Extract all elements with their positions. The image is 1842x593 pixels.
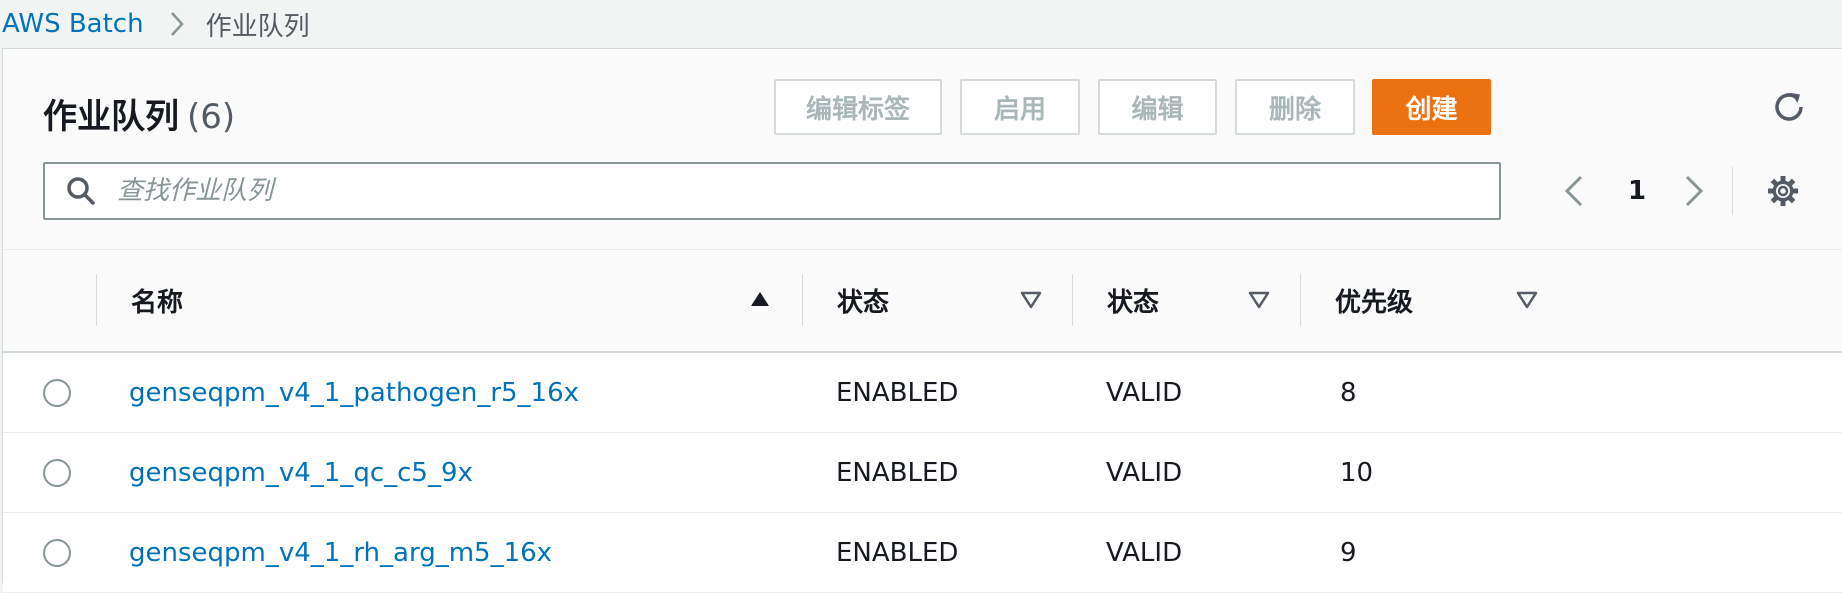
table-row[interactable]: genseqpm_v4_1_qc_c5_9x ENABLED VALID 10: [3, 433, 1842, 513]
enable-button[interactable]: 启用: [960, 79, 1080, 135]
queue-name-link[interactable]: genseqpm_v4_1_qc_c5_9x: [129, 433, 473, 513]
breadcrumb: AWS Batch 作业队列: [0, 0, 1842, 48]
queue-priority: 9: [1340, 538, 1357, 568]
previous-page-icon[interactable]: [1561, 173, 1589, 209]
column-header-name[interactable]: 名称: [131, 250, 183, 351]
pagination-divider: [1732, 167, 1733, 215]
chevron-right-icon: [170, 11, 184, 37]
column-divider: [96, 274, 97, 326]
current-page-number[interactable]: 1: [1623, 173, 1651, 209]
column-divider: [802, 274, 803, 326]
table-row[interactable]: genseqpm_v4_1_pathogen_r5_16x ENABLED VA…: [3, 353, 1842, 433]
edit-tags-button[interactable]: 编辑标签: [774, 79, 942, 135]
column-divider: [1072, 274, 1073, 326]
row-select-radio[interactable]: [43, 459, 71, 487]
queue-name-link[interactable]: genseqpm_v4_1_pathogen_r5_16x: [129, 353, 579, 433]
queue-state: ENABLED: [836, 458, 959, 488]
queue-name-link[interactable]: genseqpm_v4_1_rh_arg_m5_16x: [129, 513, 552, 593]
sort-caret-down-icon[interactable]: [1019, 288, 1043, 312]
gear-icon[interactable]: [1765, 173, 1801, 209]
sort-caret-down-icon[interactable]: [1247, 288, 1271, 312]
queue-state: ENABLED: [836, 378, 959, 408]
search-icon: [63, 173, 99, 209]
column-header-priority[interactable]: 优先级: [1335, 250, 1413, 351]
create-button[interactable]: 创建: [1372, 79, 1491, 135]
table-header: 名称 状态 状态 优先级: [3, 249, 1842, 353]
row-select-radio[interactable]: [43, 379, 71, 407]
search-field[interactable]: [43, 162, 1501, 220]
delete-button[interactable]: 删除: [1235, 79, 1355, 135]
refresh-icon[interactable]: [1771, 89, 1807, 125]
breadcrumb-root-link[interactable]: AWS Batch: [2, 9, 144, 39]
page-title-text: 作业队列: [43, 97, 179, 137]
queue-status: VALID: [1106, 538, 1183, 568]
row-select-radio[interactable]: [43, 539, 71, 567]
job-queues-panel: 作业队列(6) 编辑标签 启用 编辑 删除 创建 1: [2, 48, 1842, 593]
sort-caret-down-icon[interactable]: [1515, 288, 1539, 312]
queue-status: VALID: [1106, 378, 1183, 408]
column-header-state[interactable]: 状态: [837, 250, 889, 351]
sort-ascending-icon[interactable]: [748, 288, 772, 312]
table-row[interactable]: genseqpm_v4_1_rh_arg_m5_16x ENABLED VALI…: [3, 513, 1842, 593]
queue-state: ENABLED: [836, 538, 959, 568]
breadcrumb-current: 作业队列: [205, 11, 310, 42]
queue-count: (6): [187, 97, 236, 137]
queue-priority: 10: [1340, 458, 1374, 488]
column-header-status[interactable]: 状态: [1107, 250, 1159, 351]
queue-priority: 8: [1340, 378, 1357, 408]
page-title: 作业队列 (6): [43, 89, 235, 138]
edit-button[interactable]: 编辑: [1098, 79, 1217, 135]
next-page-icon[interactable]: [1679, 173, 1707, 209]
search-input[interactable]: [115, 175, 1469, 207]
column-divider: [1300, 274, 1301, 326]
queue-status: VALID: [1106, 458, 1183, 488]
